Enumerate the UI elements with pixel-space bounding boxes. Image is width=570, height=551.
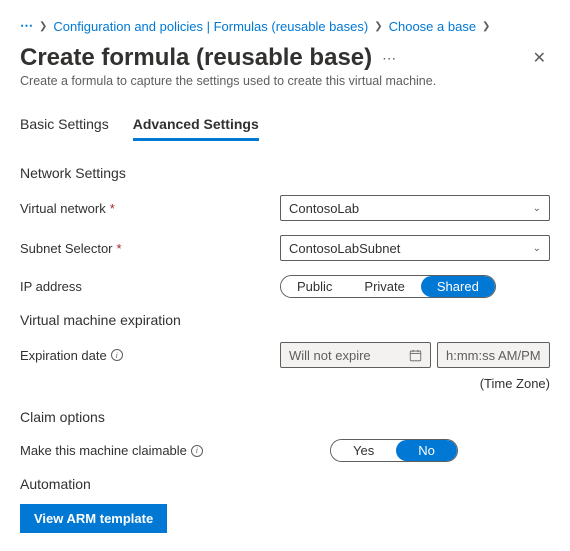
tab-basic-settings[interactable]: Basic Settings bbox=[20, 116, 109, 141]
label-text: Subnet Selector bbox=[20, 241, 113, 256]
label-vnet: Virtual network * bbox=[20, 201, 280, 216]
breadcrumb-overflow[interactable]: ⋯ bbox=[20, 18, 33, 34]
timezone-label: (Time Zone) bbox=[20, 376, 550, 391]
claimable-no[interactable]: No bbox=[396, 440, 457, 461]
label-text: Make this machine claimable bbox=[20, 443, 187, 458]
section-expiration: Virtual machine expiration bbox=[20, 312, 550, 328]
select-vnet[interactable]: ContosoLab ⌄ bbox=[280, 195, 550, 221]
expiration-time-input[interactable]: h:mm:ss AM/PM bbox=[437, 342, 550, 368]
required-icon: * bbox=[110, 201, 115, 216]
field-subnet: Subnet Selector * ContosoLabSubnet ⌄ bbox=[20, 235, 550, 261]
title-left: Create formula (reusable base) ⋯ bbox=[20, 44, 397, 72]
select-value: ContosoLab bbox=[289, 201, 359, 216]
info-icon[interactable]: i bbox=[111, 349, 123, 361]
chevron-down-icon: ⌄ bbox=[533, 243, 541, 254]
section-network: Network Settings bbox=[20, 165, 550, 181]
time-placeholder: h:mm:ss AM/PM bbox=[446, 348, 541, 363]
ip-option-public[interactable]: Public bbox=[281, 276, 348, 297]
view-arm-template-button[interactable]: View ARM template bbox=[20, 504, 167, 533]
ip-option-private[interactable]: Private bbox=[348, 276, 420, 297]
label-text: Virtual network bbox=[20, 201, 106, 216]
label-ip: IP address bbox=[20, 279, 280, 294]
tab-advanced-settings[interactable]: Advanced Settings bbox=[133, 116, 259, 141]
page-title: Create formula (reusable base) bbox=[20, 44, 372, 72]
page-subtitle: Create a formula to capture the settings… bbox=[20, 74, 550, 88]
date-placeholder: Will not expire bbox=[289, 348, 371, 363]
select-subnet[interactable]: ContosoLabSubnet ⌄ bbox=[280, 235, 550, 261]
section-claim: Claim options bbox=[20, 409, 550, 425]
chevron-right-icon: ❯ bbox=[482, 21, 490, 32]
section-automation: Automation bbox=[20, 476, 550, 492]
breadcrumb-link-config[interactable]: Configuration and policies | Formulas (r… bbox=[53, 19, 368, 34]
ip-toggle-group: Public Private Shared bbox=[280, 275, 496, 298]
more-actions-icon[interactable]: ⋯ bbox=[382, 50, 397, 67]
claimable-toggle-group: Yes No bbox=[330, 439, 458, 462]
required-icon: * bbox=[117, 241, 122, 256]
select-value: ContosoLabSubnet bbox=[289, 241, 400, 256]
info-icon[interactable]: i bbox=[191, 445, 203, 457]
field-vnet: Virtual network * ContosoLab ⌄ bbox=[20, 195, 550, 221]
field-ip: IP address Public Private Shared bbox=[20, 275, 550, 298]
expiration-inputs: Will not expire h:mm:ss AM/PM bbox=[280, 342, 550, 368]
label-text: Expiration date bbox=[20, 348, 107, 363]
close-icon[interactable]: ✕ bbox=[533, 48, 546, 68]
label-subnet: Subnet Selector * bbox=[20, 241, 280, 256]
calendar-icon bbox=[409, 349, 422, 362]
breadcrumb: ⋯ ❯ Configuration and policies | Formula… bbox=[20, 18, 550, 34]
breadcrumb-link-choose-base[interactable]: Choose a base bbox=[389, 19, 476, 34]
title-row: Create formula (reusable base) ⋯ ✕ bbox=[20, 44, 550, 72]
expiration-date-input[interactable]: Will not expire bbox=[280, 342, 431, 368]
field-expiration: Expiration date i Will not expire h:mm:s… bbox=[20, 342, 550, 368]
ip-option-shared[interactable]: Shared bbox=[421, 276, 495, 297]
chevron-down-icon: ⌄ bbox=[533, 203, 541, 214]
tabs: Basic Settings Advanced Settings bbox=[20, 116, 550, 141]
label-claimable: Make this machine claimable i bbox=[20, 443, 280, 458]
label-expiration: Expiration date i bbox=[20, 348, 280, 363]
claimable-yes[interactable]: Yes bbox=[331, 440, 396, 461]
field-claimable: Make this machine claimable i Yes No bbox=[20, 439, 550, 462]
chevron-right-icon: ❯ bbox=[39, 21, 47, 32]
chevron-right-icon: ❯ bbox=[374, 21, 382, 32]
